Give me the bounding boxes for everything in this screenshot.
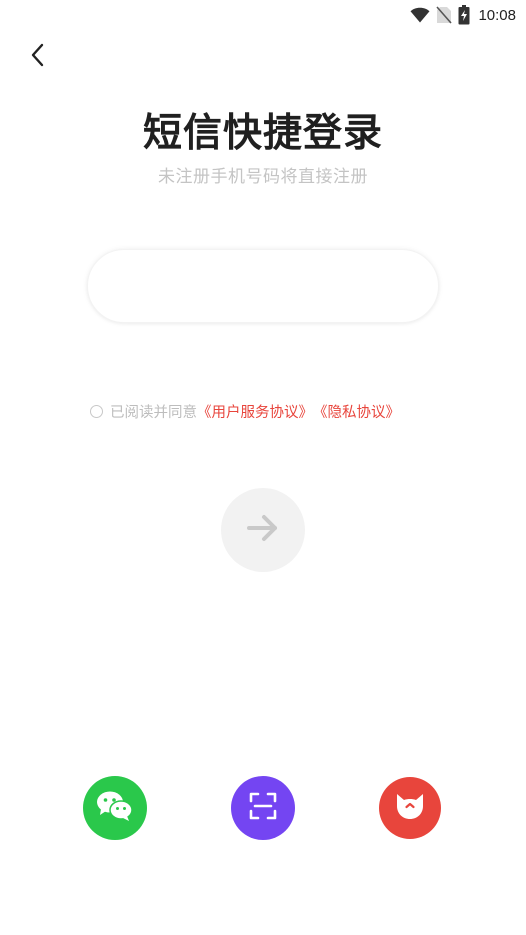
next-button[interactable] bbox=[221, 488, 305, 572]
battery-charging-icon bbox=[458, 5, 470, 25]
chevron-left-icon bbox=[30, 43, 46, 71]
status-icons: 10:08 bbox=[410, 4, 516, 26]
agreement-row: 已阅读并同意 《用户服务协议》 《隐私协议》 bbox=[90, 400, 400, 422]
wechat-login-button[interactable] bbox=[83, 776, 147, 840]
scan-icon bbox=[248, 791, 278, 825]
no-sim-icon bbox=[436, 6, 453, 24]
privacy-agreement-link[interactable]: 《隐私协议》 bbox=[313, 401, 400, 422]
agreement-checkbox[interactable] bbox=[90, 404, 103, 418]
page-subtitle: 未注册手机号码将直接注册 bbox=[158, 167, 368, 187]
phone-number-input[interactable] bbox=[88, 250, 438, 322]
arrow-right-icon bbox=[246, 514, 280, 546]
user-service-agreement-link[interactable]: 《用户服务协议》 bbox=[197, 401, 313, 422]
wifi-icon bbox=[410, 7, 430, 23]
status-time: 10:08 bbox=[478, 6, 516, 24]
wechat-icon bbox=[96, 790, 134, 826]
cat-face-icon bbox=[394, 791, 426, 825]
cat-login-button[interactable] bbox=[379, 777, 441, 839]
page-title: 短信快捷登录 bbox=[142, 111, 383, 156]
status-bar: 10:08 bbox=[0, 0, 526, 30]
agreement-prefix: 已阅读并同意 bbox=[110, 404, 197, 421]
phone-input-container bbox=[87, 249, 439, 323]
back-button[interactable] bbox=[22, 40, 54, 74]
scan-login-button[interactable] bbox=[231, 776, 295, 840]
